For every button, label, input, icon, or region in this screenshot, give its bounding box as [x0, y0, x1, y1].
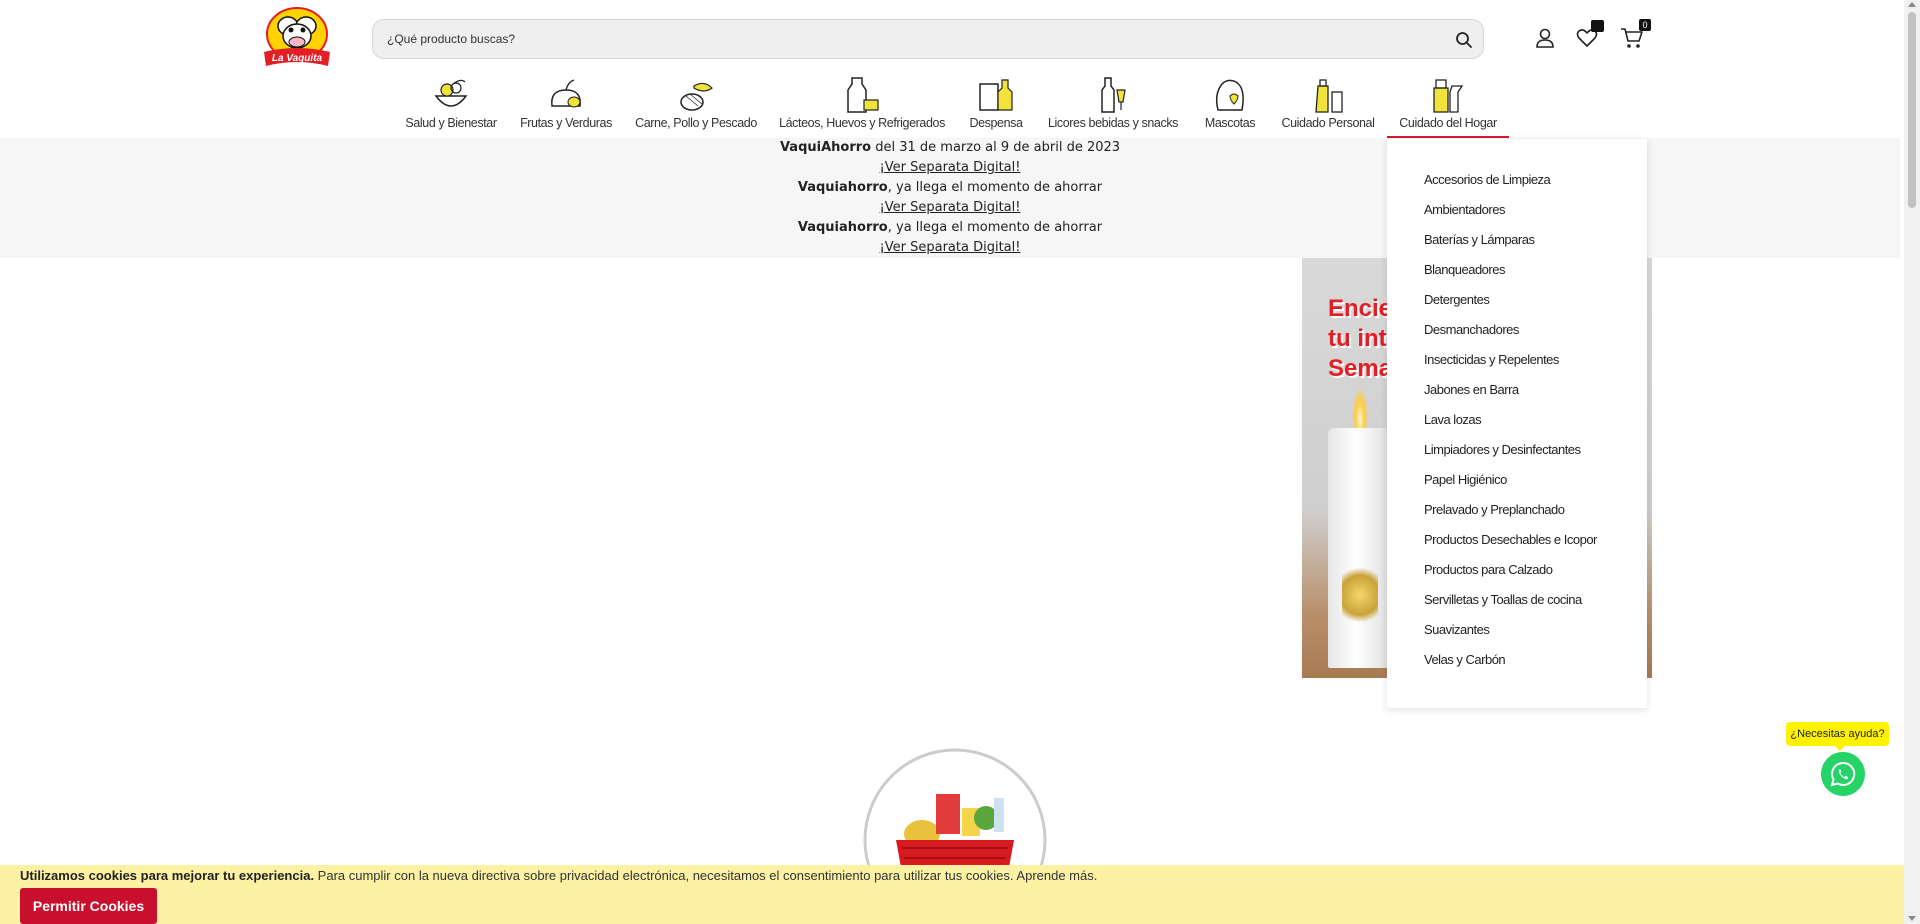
dropdown-item[interactable]: Productos Desechables e Icopor: [1424, 532, 1597, 547]
milk-cheese-icon: [847, 77, 879, 113]
category-label: Salud y Bienestar: [405, 116, 497, 130]
user-icon[interactable]: [1533, 26, 1557, 50]
search-bar: [372, 19, 1484, 59]
cookie-message-text: Para cumplir con la nueva directiva sobr…: [314, 868, 1017, 883]
pet-icon: [1215, 79, 1244, 111]
category-salud-y-bienestar[interactable]: Salud y Bienestar: [402, 74, 500, 138]
cookie-message: Utilizamos cookies para mejorar tu exper…: [20, 868, 1097, 883]
promo-title: VaquiAhorro: [779, 140, 872, 155]
candle-image: [1328, 428, 1392, 668]
cookie-learn-more-link[interactable]: Aprende más.: [1016, 868, 1097, 883]
dropdown-item[interactable]: Baterías y Lámparas: [1424, 232, 1535, 247]
salad-bowl-icon: [434, 79, 468, 107]
dropdown-item[interactable]: Velas y Carbón: [1424, 652, 1506, 667]
la-vaquita-logo[interactable]: La Vaquita: [258, 6, 336, 72]
logo-text: La Vaquita: [272, 53, 323, 64]
category-despensa[interactable]: Despensa: [965, 74, 1027, 138]
help-bubble[interactable]: ¿Necesitas ayuda?: [1786, 722, 1889, 746]
dropdown-item[interactable]: Prelavado y Preplanchado: [1424, 502, 1565, 517]
page-scrollbar[interactable]: [1904, 0, 1920, 924]
banner-line: tu int: [1328, 325, 1387, 352]
dropdown-item[interactable]: Blanqueadores: [1424, 262, 1505, 277]
dropdown-item[interactable]: Accesorios de Limpieza: [1424, 172, 1551, 187]
banner-line: Sema: [1328, 355, 1393, 382]
dropdown-item[interactable]: Lava lozas: [1424, 412, 1482, 427]
category-label: Mascotas: [1204, 116, 1256, 130]
dropdown-item[interactable]: Insecticidas y Repelentes: [1424, 352, 1559, 367]
category-lacteos-huevos-refrigerados[interactable]: Lácteos, Huevos y Refrigerados: [778, 74, 946, 138]
candle-flame: [1352, 388, 1368, 432]
dropdown-item[interactable]: Productos para Calzado: [1424, 562, 1553, 577]
category-label: Lácteos, Huevos y Refrigerados: [779, 116, 945, 130]
category-label: Licores bebidas y snacks: [1047, 116, 1179, 130]
category-frutas-y-verduras[interactable]: Frutas y Verduras: [517, 74, 615, 138]
category-cuidado-del-hogar[interactable]: Cuidado del Hogar: [1387, 74, 1509, 138]
banner-headline: Encie tu int Sema: [1328, 294, 1392, 384]
scroll-down-arrow-icon[interactable]: [1908, 916, 1916, 921]
promo-title: Vaquiahorro: [797, 180, 888, 195]
dropdown-item[interactable]: Jabones en Barra: [1424, 382, 1519, 397]
fruit-icon: [551, 79, 581, 108]
category-licores-bebidas-snacks[interactable]: Licores bebidas y snacks: [1046, 74, 1180, 138]
scroll-thumb[interactable]: [1908, 12, 1916, 208]
search-icon[interactable]: [1455, 31, 1473, 49]
dropdown-item[interactable]: Suavizantes: [1424, 622, 1490, 637]
promo-dates: del 31 de marzo al 9 de abril de 2023: [871, 140, 1121, 155]
meat-fish-icon: [680, 82, 713, 111]
category-mascotas[interactable]: Mascotas: [1199, 74, 1261, 138]
category-label: Frutas y Verduras: [520, 116, 612, 130]
promo-tagline: , ya llega el momento de ahorrar: [887, 180, 1103, 195]
promo-tagline: , ya llega el momento de ahorrar: [887, 220, 1103, 235]
category-label: Cuidado Personal: [1281, 116, 1375, 130]
cookie-message-bold: Utilizamos cookies para mejorar tu exper…: [20, 868, 315, 883]
dropdown-item[interactable]: Servilletas y Toallas de cocina: [1424, 592, 1582, 607]
candle-print: [1342, 560, 1378, 630]
cart-count-badge: 0: [1639, 19, 1651, 31]
dropdown-item[interactable]: Desmanchadores: [1424, 322, 1519, 337]
dropdown-item[interactable]: Limpiadores y Desinfectantes: [1424, 442, 1581, 457]
dropdown-item[interactable]: Papel Higiénico: [1424, 472, 1507, 487]
category-label: Cuidado del Hogar: [1399, 116, 1497, 130]
banner-line: Encie: [1328, 295, 1393, 322]
help-bubble-tail: [1834, 745, 1846, 751]
whatsapp-button[interactable]: [1821, 752, 1865, 796]
promo-title: Vaquiahorro: [797, 220, 888, 235]
personal-care-icon: [1315, 79, 1343, 113]
category-label: Carne, Pollo y Pescado: [635, 116, 757, 130]
home-care-icon: [1433, 79, 1464, 113]
category-carne-pollo-pescado[interactable]: Carne, Pollo y Pescado: [633, 74, 759, 138]
wishlist-badge: [1591, 20, 1604, 32]
category-label: Despensa: [969, 116, 1023, 130]
dropdown-item[interactable]: Ambientadores: [1424, 202, 1505, 217]
separata-link[interactable]: ¡Ver Separata Digital!: [880, 158, 1021, 178]
cookie-consent-bar: Utilizamos cookies para mejorar tu exper…: [0, 865, 1904, 924]
allow-cookies-button[interactable]: Permitir Cookies: [20, 888, 157, 924]
pantry-icon: [979, 79, 1013, 111]
separata-link[interactable]: ¡Ver Separata Digital!: [880, 198, 1021, 218]
cuidado-del-hogar-dropdown: Accesorios de Limpieza Ambientadores Bat…: [1387, 139, 1647, 708]
dropdown-item[interactable]: Detergentes: [1424, 292, 1490, 307]
separata-link[interactable]: ¡Ver Separata Digital!: [880, 238, 1021, 258]
bottles-icon: [1101, 77, 1126, 113]
category-cuidado-personal[interactable]: Cuidado Personal: [1280, 74, 1376, 138]
category-nav: Salud y Bienestar Frutas y Verduras Carn…: [0, 74, 1900, 138]
scroll-up-arrow-icon[interactable]: [1908, 2, 1916, 7]
search-input[interactable]: [387, 20, 1427, 58]
